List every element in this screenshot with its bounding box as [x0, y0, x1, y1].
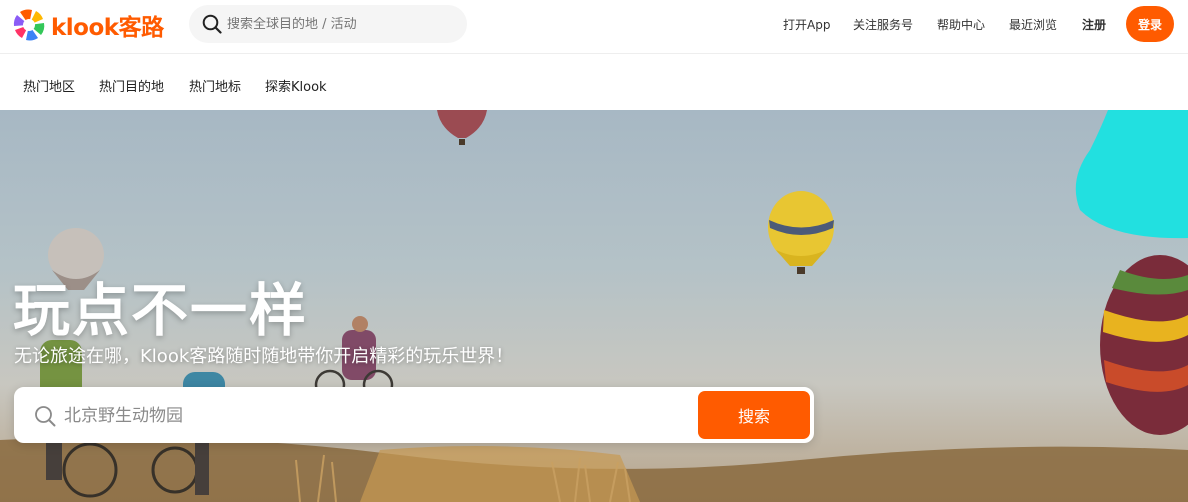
- search-icon: [35, 406, 56, 427]
- follow-account-link[interactable]: 关注服务号: [853, 16, 913, 33]
- subnav-popular-regions[interactable]: 热门地区: [23, 76, 75, 95]
- decorative-blob: [1075, 110, 1188, 239]
- hero-search-button[interactable]: 搜索: [698, 391, 810, 439]
- login-button[interactable]: 登录: [1126, 6, 1174, 42]
- klook-logo[interactable]: klook客路: [12, 7, 164, 43]
- hot-air-balloon: [437, 110, 487, 145]
- open-app-link[interactable]: 打开App: [783, 16, 830, 33]
- recently-viewed-link[interactable]: 最近浏览: [1009, 16, 1057, 33]
- hot-air-balloon: [768, 191, 834, 274]
- hero-title: 玩点不一样: [13, 278, 308, 344]
- hero-banner: 玩点不一样 无论旅途在哪，Klook客路随时随地带你开启精彩的玩乐世界！ 搜索: [0, 110, 1188, 502]
- register-link[interactable]: 注册: [1082, 16, 1106, 33]
- help-center-link[interactable]: 帮助中心: [937, 16, 985, 33]
- hot-air-balloon: [1100, 255, 1188, 435]
- hero-search-box[interactable]: 搜索: [14, 387, 814, 443]
- klook-logo-icon: [13, 9, 45, 41]
- search-icon: [202, 14, 222, 34]
- subnav-popular-landmarks[interactable]: 热门地标: [189, 76, 241, 95]
- header-search-input[interactable]: [227, 16, 457, 32]
- header-search-box[interactable]: [189, 5, 467, 43]
- subnav-popular-destinations[interactable]: 热门目的地: [99, 76, 164, 95]
- klook-logo-text: klook客路: [51, 15, 164, 41]
- subnav-explore-klook[interactable]: 探索Klook: [265, 76, 327, 95]
- top-header: klook客路 打开App 关注服务号 帮助中心 最近浏览 注册 登录: [0, 0, 1188, 54]
- hero-search-input[interactable]: [64, 401, 664, 431]
- hero-subtitle: 无论旅途在哪，Klook客路随时随地带你开启精彩的玩乐世界！: [14, 346, 514, 367]
- sub-navigation: 热门地区 热门目的地 热门地标 探索Klook: [0, 55, 1188, 110]
